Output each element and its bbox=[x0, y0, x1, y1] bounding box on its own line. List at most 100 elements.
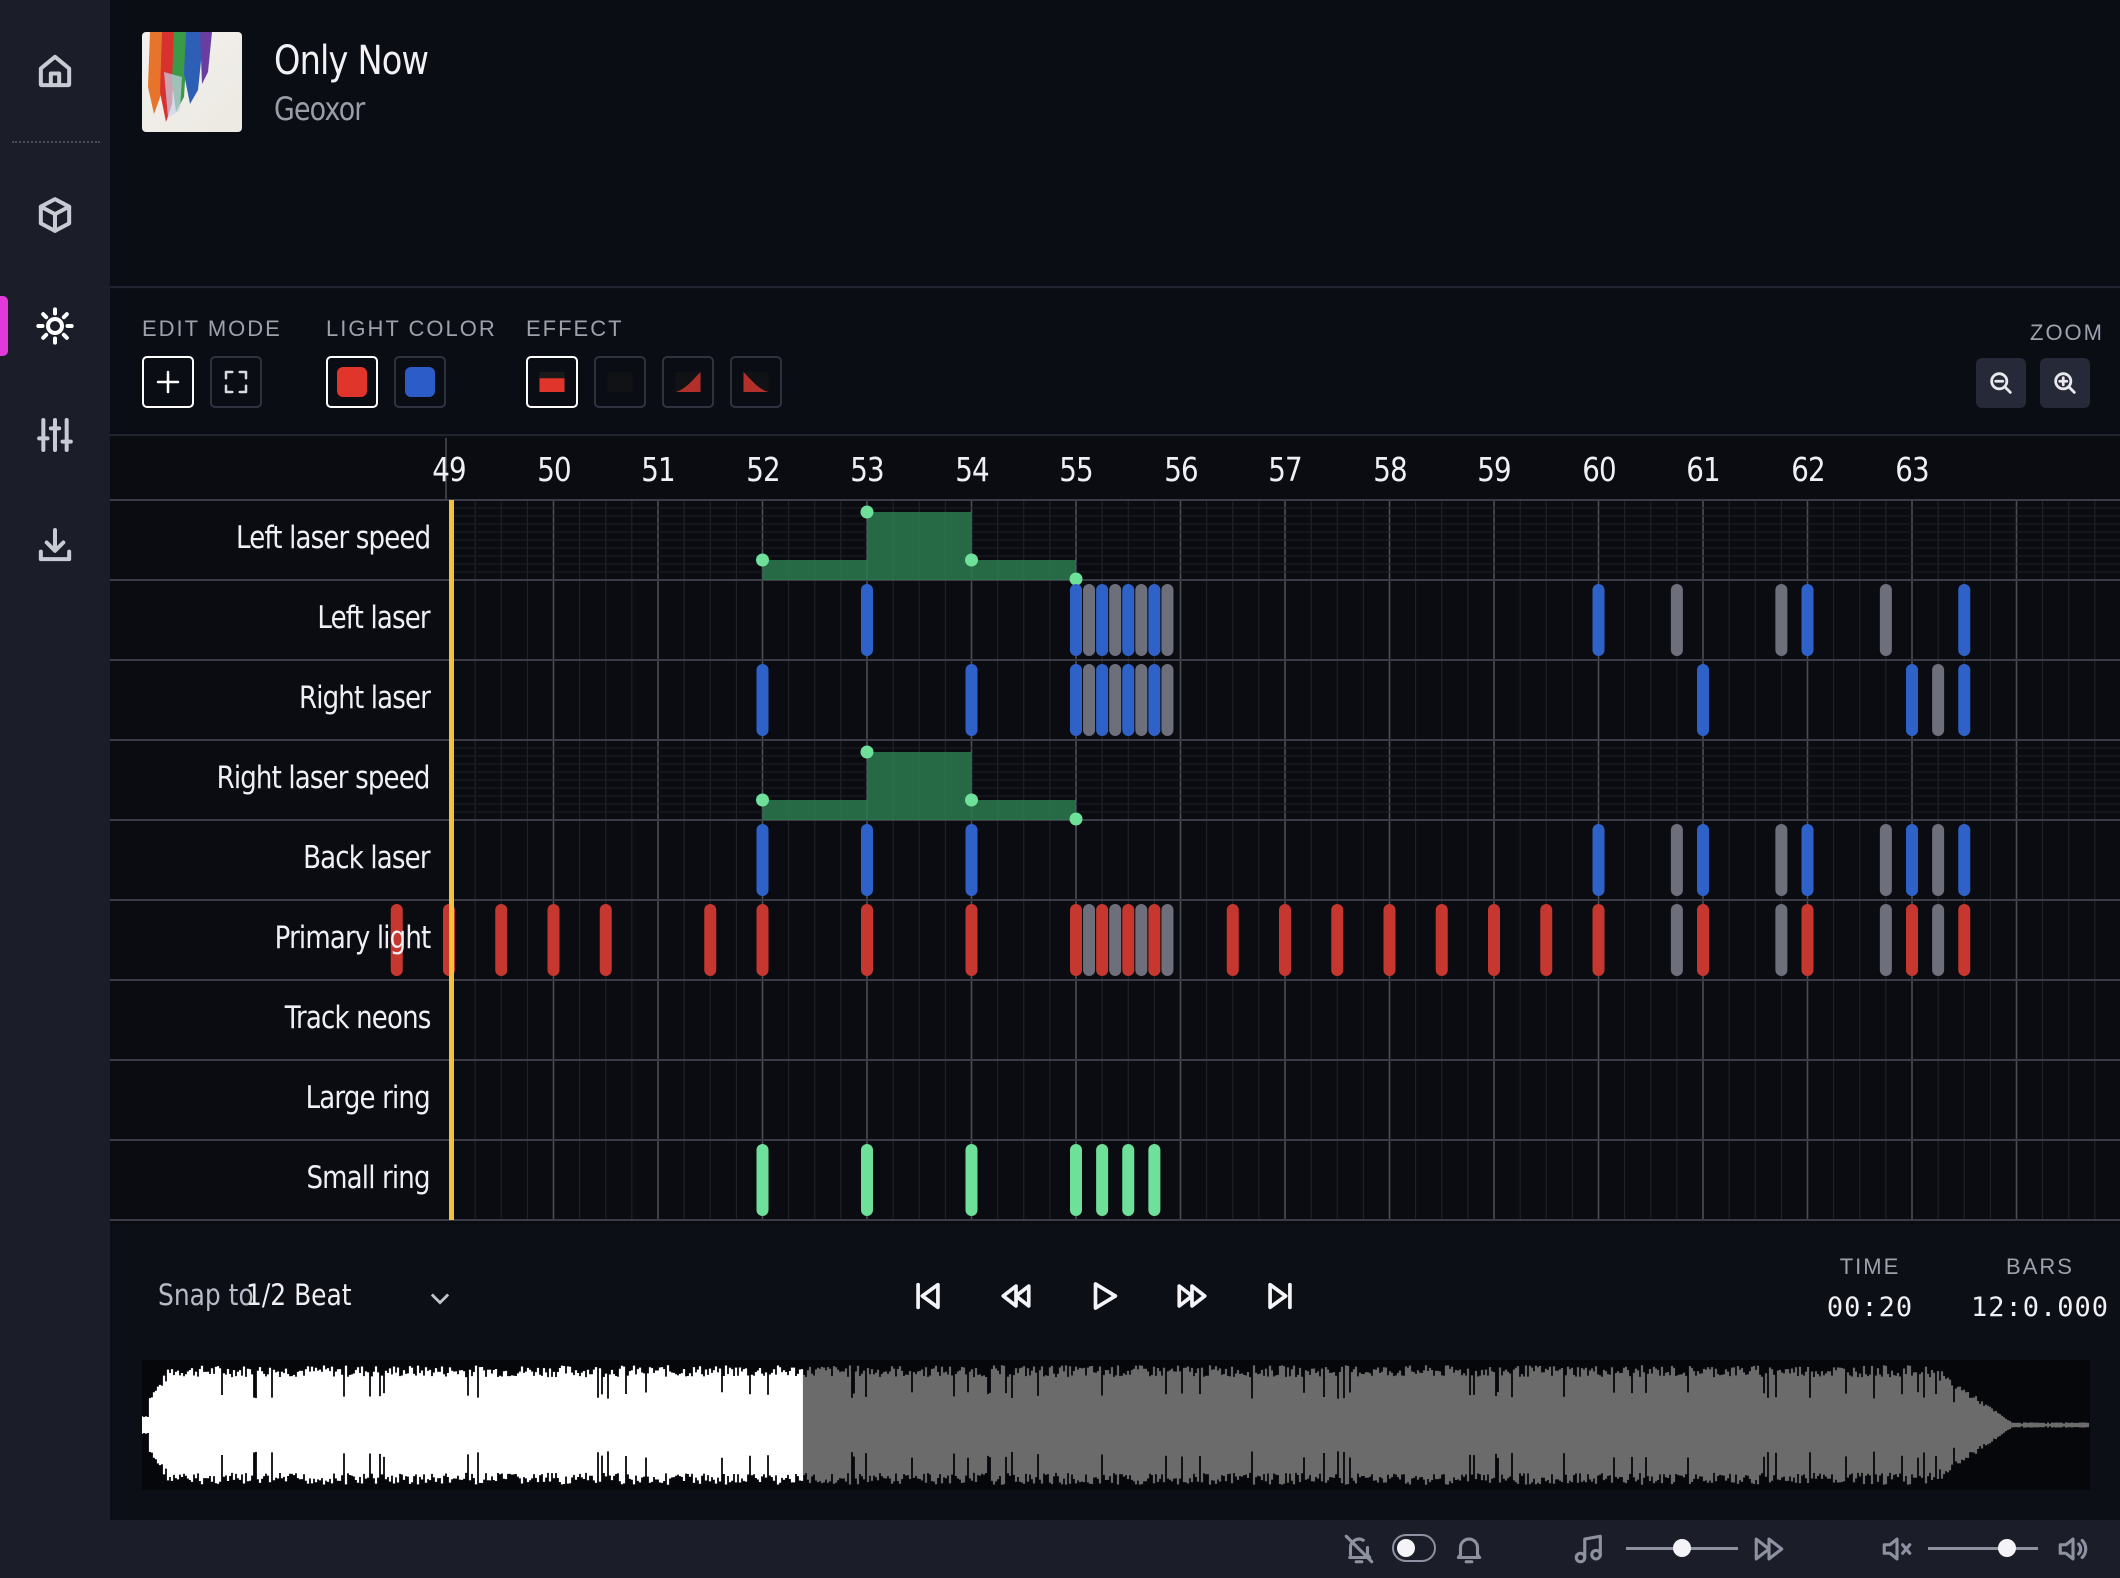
light-event bbox=[1540, 904, 1553, 976]
effect-off-button[interactable] bbox=[594, 356, 646, 408]
place-mode-button[interactable] bbox=[142, 356, 194, 408]
speed-keyframe bbox=[1069, 572, 1083, 586]
zoom-in-button[interactable] bbox=[2040, 358, 2090, 408]
volume-slider[interactable] bbox=[1928, 1539, 2038, 1557]
track-label-text: Back laser bbox=[303, 840, 430, 876]
bar-number-text: 50 bbox=[536, 450, 571, 489]
bar-number-text: 53 bbox=[850, 450, 884, 489]
track-label-text: Left laser speed bbox=[235, 520, 431, 556]
bar-number-text: 52 bbox=[745, 450, 780, 489]
song-title: Only Now bbox=[274, 38, 429, 84]
effect-on-button[interactable] bbox=[526, 356, 578, 408]
bell-icon[interactable] bbox=[1452, 1532, 1486, 1566]
light-event bbox=[1148, 1144, 1161, 1216]
bar-number-text: 54 bbox=[954, 450, 989, 489]
volume-thumb[interactable] bbox=[1998, 1539, 2017, 1557]
chevron-down-icon[interactable] bbox=[426, 1284, 454, 1312]
nav-home[interactable] bbox=[0, 26, 110, 116]
select-mode-button[interactable] bbox=[210, 356, 262, 408]
light-event bbox=[1070, 664, 1082, 736]
select-frame-icon bbox=[224, 370, 248, 394]
volume-mute-icon[interactable] bbox=[1880, 1532, 1914, 1566]
light-event bbox=[1801, 824, 1814, 896]
track-label: Small ring bbox=[110, 1160, 431, 1196]
effect-fade-out-button[interactable] bbox=[730, 356, 782, 408]
playback-rate-slider[interactable] bbox=[1626, 1539, 1738, 1557]
red-swatch bbox=[337, 367, 367, 397]
bar-number: 62 bbox=[1773, 450, 1843, 489]
home-icon bbox=[38, 54, 72, 88]
rewind-button[interactable] bbox=[986, 1266, 1046, 1326]
bars-value: 12:0.000 bbox=[1970, 1292, 2110, 1323]
zoom-out-button[interactable] bbox=[1976, 358, 2026, 408]
light-event bbox=[1958, 824, 1971, 896]
event-timeline[interactable]: 49 50 51 52 53 54 55 56 57 58 59 60 61 62 63 Left lase… bbox=[110, 438, 2120, 1224]
bar-number: 54 bbox=[937, 450, 1007, 489]
fast-forward-button[interactable] bbox=[1162, 1266, 1222, 1326]
track-label-text: Right laser speed bbox=[216, 760, 431, 796]
light-event bbox=[1383, 904, 1396, 976]
light-event bbox=[1070, 584, 1082, 656]
bar-number-text: 55 bbox=[1059, 450, 1093, 489]
transport-panel: Snap to 1/2 Beat TIME 00:20 BARS 12:0.00… bbox=[110, 1226, 2120, 1520]
fast-forward-icon bbox=[1177, 1284, 1207, 1308]
nav-lighting[interactable] bbox=[0, 281, 110, 371]
light-event bbox=[1148, 584, 1161, 656]
track-label-text: Primary light bbox=[274, 920, 431, 956]
light-event bbox=[1801, 584, 1814, 656]
skip-to-end-button[interactable] bbox=[1250, 1266, 1310, 1326]
bar-number-text: 59 bbox=[1477, 450, 1511, 489]
track-label: Back laser bbox=[110, 840, 430, 876]
color-blue-button[interactable] bbox=[394, 356, 446, 408]
bell-off-icon[interactable] bbox=[1342, 1532, 1376, 1566]
light-event bbox=[1958, 904, 1971, 976]
nav-3d-view[interactable] bbox=[0, 170, 110, 260]
volume-icon[interactable] bbox=[2056, 1532, 2090, 1566]
effect-fade-in-button[interactable] bbox=[662, 356, 714, 408]
nav-download[interactable] bbox=[0, 500, 110, 590]
skip-to-start-button[interactable] bbox=[898, 1266, 958, 1326]
light-event bbox=[1148, 904, 1161, 976]
bar-number-text: 58 bbox=[1372, 450, 1407, 489]
music-note-icon[interactable] bbox=[1572, 1532, 1606, 1566]
light-event bbox=[861, 904, 873, 976]
nav-mixer[interactable] bbox=[0, 390, 110, 480]
light-color-label: LIGHT COLOR bbox=[326, 316, 497, 341]
light-event bbox=[1906, 904, 1918, 976]
nav-divider bbox=[12, 141, 100, 143]
light-event bbox=[1096, 1144, 1109, 1216]
sun-icon bbox=[36, 307, 74, 345]
bar-number: 49 bbox=[414, 450, 484, 489]
light-event bbox=[965, 904, 978, 976]
light-event bbox=[1070, 904, 1082, 976]
snap-value[interactable]: 1/2 Beat bbox=[246, 1278, 352, 1312]
audio-waveform[interactable] bbox=[142, 1360, 2090, 1490]
play-icon bbox=[1093, 1282, 1118, 1310]
light-event bbox=[1435, 904, 1448, 976]
light-event bbox=[1148, 664, 1161, 736]
bar-number: 58 bbox=[1355, 450, 1425, 489]
light-event bbox=[1670, 904, 1683, 976]
light-event bbox=[1932, 904, 1945, 976]
sliders-icon bbox=[37, 418, 73, 452]
playback-rate-thumb[interactable] bbox=[1673, 1539, 1691, 1557]
light-event bbox=[1775, 904, 1788, 976]
bar-number: 60 bbox=[1564, 450, 1634, 489]
effect-fade-in-icon bbox=[675, 372, 701, 392]
bar-number-text: 62 bbox=[1790, 450, 1825, 489]
time-label: TIME bbox=[1839, 1254, 1901, 1279]
light-event bbox=[1670, 584, 1683, 656]
track-label: Large ring bbox=[110, 1080, 431, 1116]
play-button[interactable] bbox=[1074, 1266, 1134, 1326]
zoom-label: ZOOM bbox=[2030, 320, 2104, 345]
notifications-toggle[interactable] bbox=[1392, 1534, 1436, 1562]
light-event bbox=[1109, 904, 1122, 976]
light-event bbox=[1096, 664, 1109, 736]
fast-forward-icon[interactable] bbox=[1752, 1532, 1786, 1566]
track-label-text: Right laser bbox=[298, 680, 431, 716]
color-red-button[interactable] bbox=[326, 356, 378, 408]
light-event bbox=[1070, 1144, 1082, 1216]
track-label: Right laser speed bbox=[110, 760, 431, 796]
light-event bbox=[1083, 904, 1096, 976]
light-event bbox=[1122, 584, 1135, 656]
